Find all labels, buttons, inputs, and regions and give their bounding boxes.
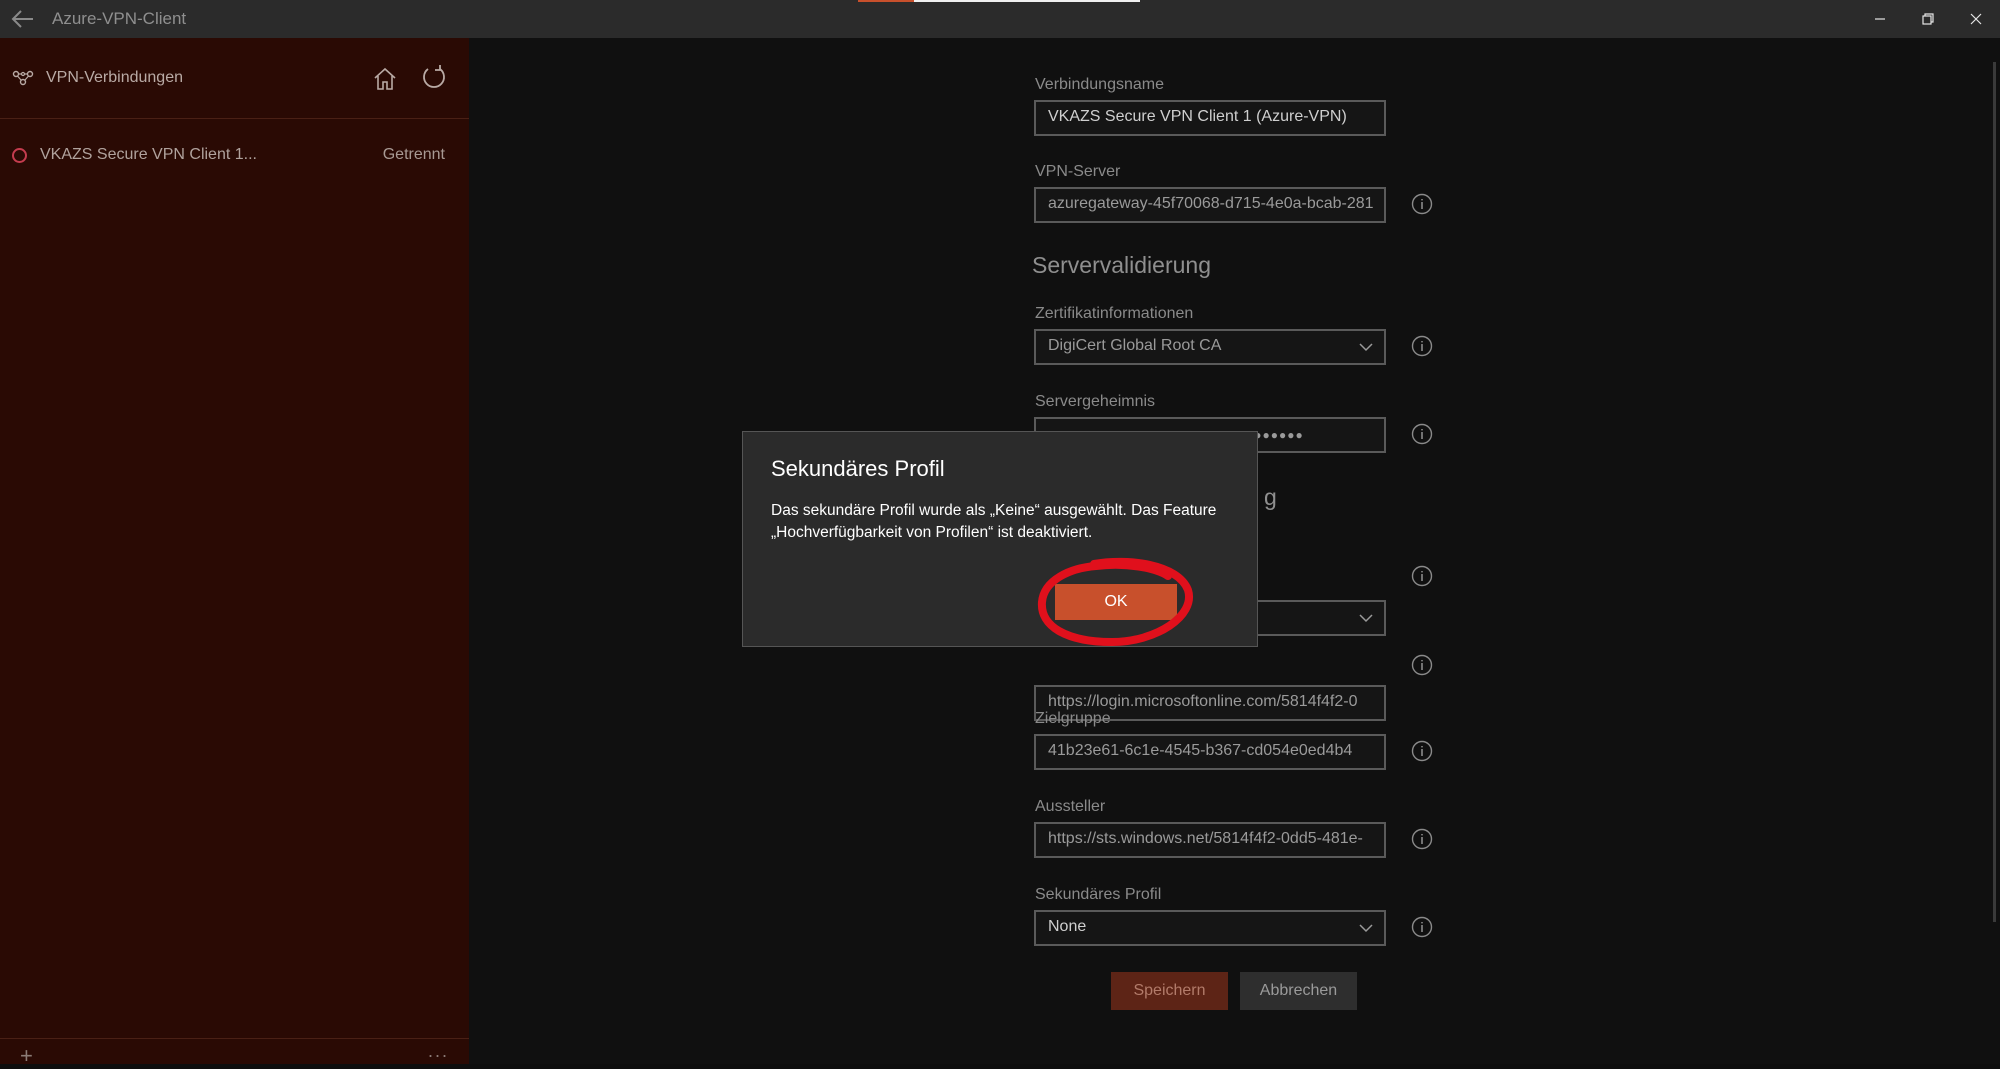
cancel-button[interactable]: Abbrechen [1240, 972, 1357, 1010]
info-icon[interactable] [1410, 334, 1434, 358]
info-icon[interactable] [1410, 739, 1434, 763]
minimize-button[interactable] [1856, 0, 1904, 38]
sidebar-header-label: VPN-Verbindungen [46, 69, 183, 86]
connection-item[interactable]: VKAZS Secure VPN Client 1... Getrennt [0, 119, 469, 191]
info-icon[interactable] [1410, 192, 1434, 216]
ok-button[interactable]: OK [1055, 584, 1177, 620]
close-button[interactable] [1952, 0, 2000, 38]
minimize-icon [1875, 18, 1885, 20]
partial-section-title: g [1264, 484, 1277, 510]
dialog-message: Das sekundäre Profil wurde als „Keine“ a… [771, 502, 1217, 541]
info-icon[interactable] [1410, 422, 1434, 446]
chevron-down-icon [1359, 614, 1373, 623]
chevron-down-icon [1359, 343, 1373, 352]
audience-input[interactable]: 41b23e61-6c1e-4545-b367-cd054e0ed4b4 [1034, 734, 1386, 770]
add-connection-button[interactable]: + [20, 1043, 33, 1069]
issuer-label: Aussteller [1035, 798, 1106, 815]
cert-info-label: Zertifikatinformationen [1035, 305, 1194, 322]
more-options-button[interactable]: ... [428, 1041, 449, 1062]
connection-name: VKAZS Secure VPN Client 1... [40, 146, 257, 163]
connection-name-label: Verbindungsname [1035, 76, 1164, 93]
info-icon[interactable] [1410, 827, 1434, 851]
cert-info-value: DigiCert Global Root CA [1048, 337, 1222, 354]
window-title: Azure-VPN-Client [52, 9, 187, 28]
restore-button[interactable] [1904, 0, 1952, 38]
save-button[interactable]: Speichern [1111, 972, 1228, 1010]
dialog-title: Sekundäres Profil [771, 456, 945, 481]
sidebar: VPN-Verbindungen VKAZS Secure VPN Client… [0, 38, 469, 1068]
issuer-input[interactable]: https://sts.windows.net/5814f4f2-0dd5-48… [1034, 822, 1386, 858]
scrollbar[interactable] [1993, 62, 1996, 922]
secondary-profile-value: None [1048, 918, 1087, 935]
refresh-icon[interactable] [420, 64, 448, 92]
sidebar-header: VPN-Verbindungen [0, 38, 469, 119]
restore-icon [1922, 13, 1934, 25]
status-dot-icon [12, 147, 27, 163]
server-secret-label: Servergeheimnis [1035, 393, 1156, 410]
secondary-profile-dialog: Sekundäres Profil Das sekundäre Profil w… [742, 431, 1258, 647]
info-icon[interactable] [1410, 915, 1434, 939]
server-validation-title: Servervalidierung [1032, 252, 1211, 278]
connection-name-input[interactable]: VKAZS Secure VPN Client 1 (Azure-VPN) [1034, 100, 1386, 136]
secondary-profile-select[interactable]: None [1034, 910, 1386, 946]
close-icon [1970, 13, 1982, 25]
audience-label: Zielgruppe [1035, 710, 1111, 727]
sidebar-footer: + ... [0, 1038, 469, 1068]
network-icon [12, 70, 34, 86]
connection-status: Getrennt [382, 146, 445, 163]
secondary-profile-label: Sekundäres Profil [1035, 886, 1162, 903]
home-icon[interactable] [372, 66, 398, 92]
chevron-down-icon [1359, 924, 1373, 933]
cert-info-select[interactable]: DigiCert Global Root CA [1034, 329, 1386, 365]
progress-strip [858, 0, 1140, 2]
info-icon[interactable] [1410, 564, 1434, 588]
title-bar: Azure-VPN-Client [0, 0, 2000, 38]
vpn-server-input[interactable]: azuregateway-45f70068-d715-4e0a-bcab-281 [1034, 187, 1386, 223]
info-icon[interactable] [1410, 653, 1434, 677]
back-arrow-icon[interactable] [0, 0, 46, 38]
vpn-server-label: VPN-Server [1035, 163, 1121, 180]
